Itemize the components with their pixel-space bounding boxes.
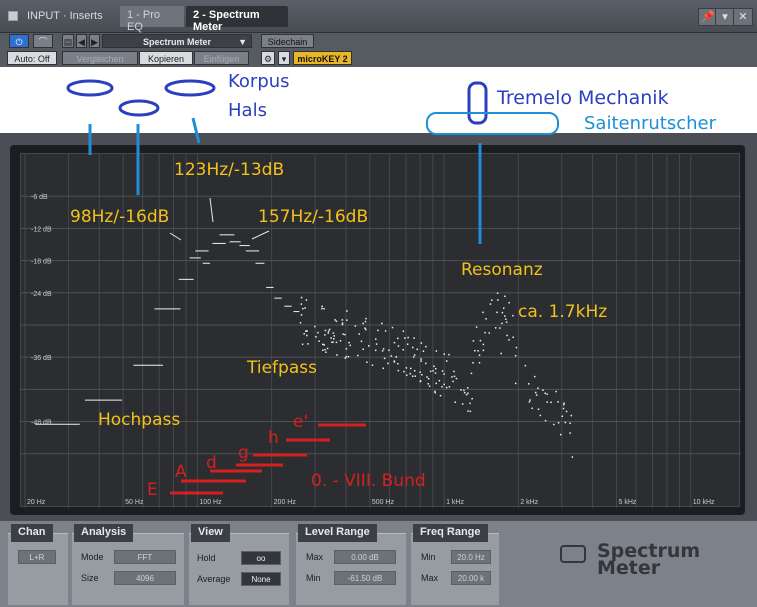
tremelo-annotation: Tremelo Mechanik — [497, 87, 669, 109]
saitenrutscher-marker — [426, 112, 559, 135]
resonanz-freq-annotation: ca. 1.7kHz — [518, 302, 608, 322]
hals-ellipse — [118, 99, 160, 117]
peak-123-annotation: 123Hz/-13dB — [174, 160, 285, 180]
peak-98-annotation: 98Hz/-16dB — [70, 207, 170, 227]
note-e-label: E — [147, 480, 158, 500]
peak-98-leader — [169, 232, 182, 241]
tiefpass-annotation: Tiefpass — [247, 358, 317, 378]
note-e2-label: e' — [293, 412, 309, 432]
saitenrutscher-annotation: Saitenrutscher — [584, 113, 717, 134]
peak-123-leader — [209, 197, 214, 223]
note-g-label: g — [238, 443, 249, 463]
peak-157-leader — [251, 230, 270, 240]
plugin-window: INPUT · Inserts 1 - Pro EQ 2 - Spectrum … — [0, 0, 757, 607]
hals-annotation: Hals — [228, 100, 267, 121]
hochpass-annotation: Hochpass — [98, 410, 181, 430]
korpus-line-2 — [191, 117, 201, 144]
korpus-ellipse — [66, 79, 114, 97]
korpus-ellipse-2 — [164, 79, 216, 97]
note-h-label: h — [268, 428, 279, 448]
note-a-label: A — [175, 462, 187, 482]
peak-157-annotation: 157Hz/-16dB — [258, 207, 369, 227]
tremelo-marker — [467, 81, 488, 125]
bund-annotation: 0. - VIII. Bund — [311, 471, 426, 491]
note-d-label: d — [206, 453, 217, 473]
resonanz-annotation: Resonanz — [461, 260, 543, 280]
korpus-annotation: Korpus — [228, 71, 290, 92]
